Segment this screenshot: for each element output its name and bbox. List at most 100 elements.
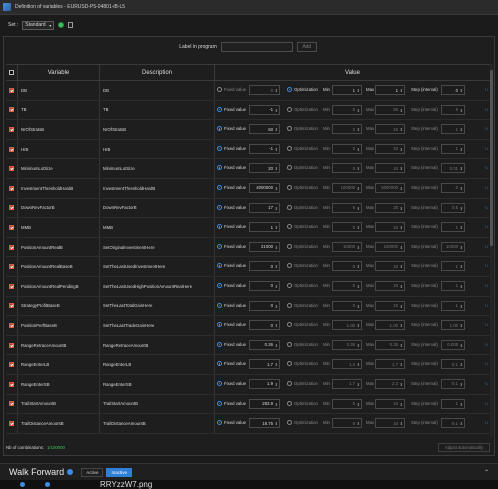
fixed-value-radio[interactable] — [217, 165, 222, 171]
fixed-value-input[interactable]: 20 — [249, 163, 280, 174]
reorder-arrows-icon[interactable]: ↑↓ — [485, 283, 489, 288]
reorder-arrows-icon[interactable]: ↑↓ — [485, 107, 489, 112]
step-input[interactable]: 0.01 — [441, 163, 465, 174]
row-checkbox[interactable] — [9, 244, 14, 250]
optimization-radio[interactable] — [287, 322, 292, 328]
max-input[interactable]: 100000 — [375, 241, 405, 252]
min-input[interactable]: 0 — [332, 163, 362, 174]
min-input[interactable]: 1.7 — [332, 378, 362, 389]
table-scrollbar[interactable] — [490, 64, 493, 437]
min-input[interactable]: 100000 — [332, 182, 362, 193]
fixed-value-input[interactable]: 1 — [249, 222, 280, 233]
optimization-radio[interactable] — [287, 87, 292, 92]
fixed-value-radio[interactable] — [217, 322, 222, 328]
max-input[interactable]: 5000000 — [375, 182, 405, 193]
min-input[interactable]: 0 — [332, 104, 362, 115]
fixed-value-input[interactable]: 0 — [249, 300, 280, 311]
max-input[interactable]: 2.2 — [375, 378, 405, 389]
max-input[interactable]: 0.36 — [375, 339, 405, 350]
fixed-value-input[interactable]: 21000 — [249, 241, 280, 252]
row-checkbox[interactable] — [9, 342, 14, 348]
fixed-value-radio[interactable] — [217, 224, 222, 230]
row-checkbox[interactable] — [9, 107, 14, 113]
step-input[interactable]: 10000 — [441, 241, 465, 252]
max-input[interactable]: 50 — [375, 104, 405, 115]
max-input[interactable]: 1.00 — [375, 320, 405, 331]
row-checkbox[interactable] — [9, 362, 14, 368]
step-input[interactable]: 0.5 — [441, 202, 465, 213]
row-checkbox[interactable] — [9, 283, 14, 289]
min-input[interactable]: 10000 — [332, 241, 362, 252]
optimization-radio[interactable] — [287, 361, 292, 367]
reorder-arrows-icon[interactable]: ↑↓ — [485, 244, 489, 249]
scrollbar-thumb[interactable] — [490, 70, 493, 246]
min-input[interactable]: 0 — [332, 222, 362, 233]
min-input[interactable]: 0.35 — [332, 339, 362, 350]
min-input[interactable]: 0 — [332, 398, 362, 409]
step-input[interactable]: 0.1 — [441, 378, 465, 389]
fixed-value-input[interactable]: 283.9 — [249, 398, 280, 409]
optimization-radio[interactable] — [287, 380, 292, 386]
reorder-arrows-icon[interactable]: ↑↓ — [485, 303, 489, 308]
optimization-radio[interactable] — [287, 106, 292, 112]
fixed-value-radio[interactable] — [217, 380, 222, 386]
min-input[interactable]: 0 — [332, 261, 362, 272]
optimization-radio[interactable] — [287, 165, 292, 171]
taskbar-icon[interactable] — [20, 482, 25, 487]
reorder-arrows-icon[interactable]: ↑↓ — [485, 342, 489, 347]
fixed-value-input[interactable]: 0.36 — [249, 339, 280, 350]
optimization-radio[interactable] — [287, 282, 292, 288]
reorder-arrows-icon[interactable]: ↑↓ — [485, 87, 489, 92]
step-input[interactable]: 0.1 — [441, 359, 465, 370]
reorder-arrows-icon[interactable]: ↑↓ — [485, 401, 489, 406]
fixed-value-radio[interactable] — [217, 282, 222, 288]
step-input[interactable]: 0.005 — [441, 339, 465, 350]
optimization-radio[interactable] — [287, 420, 292, 426]
fixed-value-input[interactable]: -1 — [249, 104, 280, 115]
optimization-radio[interactable] — [287, 184, 292, 190]
reorder-arrows-icon[interactable]: ↑↓ — [485, 361, 489, 366]
reorder-arrows-icon[interactable]: ↑↓ — [485, 224, 489, 229]
fixed-value-input[interactable]: 18.75 — [249, 418, 280, 429]
adjust-automatically-button[interactable]: Adjust automatically — [438, 442, 490, 452]
fixed-value-radio[interactable] — [217, 420, 222, 426]
reorder-arrows-icon[interactable]: ↑↓ — [485, 126, 489, 131]
max-input[interactable]: 1 — [375, 85, 405, 95]
row-checkbox[interactable] — [9, 146, 14, 152]
optimization-radio[interactable] — [287, 204, 292, 210]
max-input[interactable]: 10 — [375, 124, 405, 135]
step-input[interactable]: 0.1 — [441, 418, 465, 429]
row-checkbox[interactable] — [9, 224, 14, 230]
taskbar-icon[interactable] — [45, 482, 50, 487]
header-select-all[interactable] — [6, 65, 18, 80]
step-input[interactable]: 1 — [441, 300, 465, 311]
reorder-arrows-icon[interactable]: ↑↓ — [485, 263, 489, 268]
step-input[interactable]: 5 — [441, 104, 465, 115]
fixed-value-radio[interactable] — [217, 106, 222, 112]
min-input[interactable]: 1.00 — [332, 320, 362, 331]
tab-active[interactable]: Active — [81, 467, 104, 477]
max-input[interactable]: 10 — [375, 300, 405, 311]
reorder-arrows-icon[interactable]: ↑↓ — [485, 146, 489, 151]
reorder-arrows-icon[interactable]: ↑↓ — [485, 165, 489, 170]
document-icon[interactable] — [68, 22, 74, 28]
row-checkbox[interactable] — [9, 185, 14, 191]
max-input[interactable]: 1.7 — [375, 359, 405, 370]
fixed-value-radio[interactable] — [217, 184, 222, 190]
tab-inactive[interactable]: Inactive — [106, 467, 132, 477]
row-checkbox[interactable] — [9, 381, 14, 387]
row-checkbox[interactable] — [9, 420, 14, 426]
fixed-value-radio[interactable] — [217, 341, 222, 347]
step-input[interactable]: 1 — [441, 398, 465, 409]
row-checkbox[interactable] — [9, 322, 14, 328]
select-all-checkbox[interactable] — [9, 70, 14, 75]
reorder-arrows-icon[interactable]: ↑↓ — [485, 205, 489, 210]
fixed-value-radio[interactable] — [217, 302, 222, 308]
max-input[interactable]: 25 — [375, 202, 405, 213]
row-checkbox[interactable] — [9, 303, 14, 309]
row-checkbox[interactable] — [9, 87, 14, 93]
min-input[interactable]: 0 — [332, 300, 362, 311]
row-checkbox[interactable] — [9, 166, 14, 172]
min-input[interactable]: 0 — [332, 280, 362, 291]
min-input[interactable]: 5 — [332, 202, 362, 213]
